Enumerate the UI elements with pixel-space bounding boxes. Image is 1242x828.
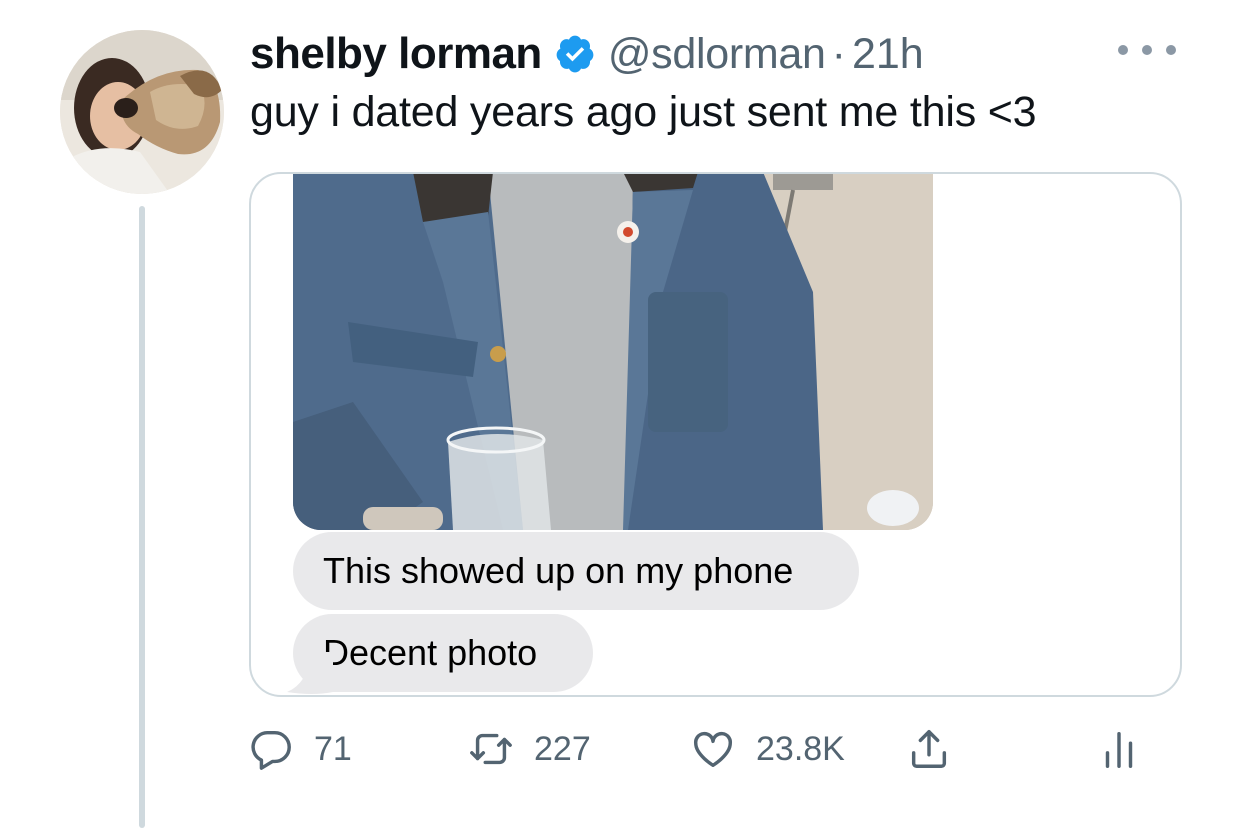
more-dot xyxy=(1142,45,1152,55)
display-name[interactable]: shelby lorman xyxy=(250,29,542,79)
action-bar: 71 227 23.8K xyxy=(0,720,1242,780)
heart-icon xyxy=(694,731,732,768)
message-photo[interactable] xyxy=(293,174,933,530)
message-text: This showed up on my phone xyxy=(323,550,794,591)
timestamp[interactable]: 21h xyxy=(852,30,924,79)
tweet-header: shelby lorman @sdlorman · 21h xyxy=(250,26,924,82)
tweet-media[interactable]: This showed up on my phone Decent photo xyxy=(249,172,1182,697)
reply-count: 71 xyxy=(314,729,352,768)
reply-icon xyxy=(251,730,291,770)
reply-button[interactable]: 71 xyxy=(248,726,352,772)
more-options-icon[interactable] xyxy=(1118,40,1176,60)
retweet-button[interactable]: 227 xyxy=(468,726,591,772)
retweet-icon xyxy=(470,733,512,765)
share-icon xyxy=(911,730,947,768)
retweet-count: 227 xyxy=(534,729,591,768)
avatar[interactable] xyxy=(60,30,224,194)
avatar-photo xyxy=(60,30,224,194)
more-dot xyxy=(1118,45,1128,55)
share-button[interactable] xyxy=(906,726,952,772)
message-bubble: This showed up on my phone xyxy=(293,532,859,610)
verified-badge-icon xyxy=(556,35,594,73)
more-dot xyxy=(1166,45,1176,55)
handle[interactable]: @sdlorman xyxy=(608,30,826,79)
separator-dot: · xyxy=(831,29,846,78)
tweet-text: guy i dated years ago just sent me this … xyxy=(250,88,1037,136)
like-count: 23.8K xyxy=(756,729,845,768)
like-button[interactable]: 23.8K xyxy=(690,726,845,772)
analytics-button[interactable] xyxy=(1096,726,1142,772)
analytics-icon xyxy=(1105,731,1133,768)
message-tail-icon xyxy=(287,652,333,694)
message-text: Decent photo xyxy=(323,632,538,673)
message-bubble: Decent photo xyxy=(293,614,593,692)
message-photo-image xyxy=(293,174,933,530)
